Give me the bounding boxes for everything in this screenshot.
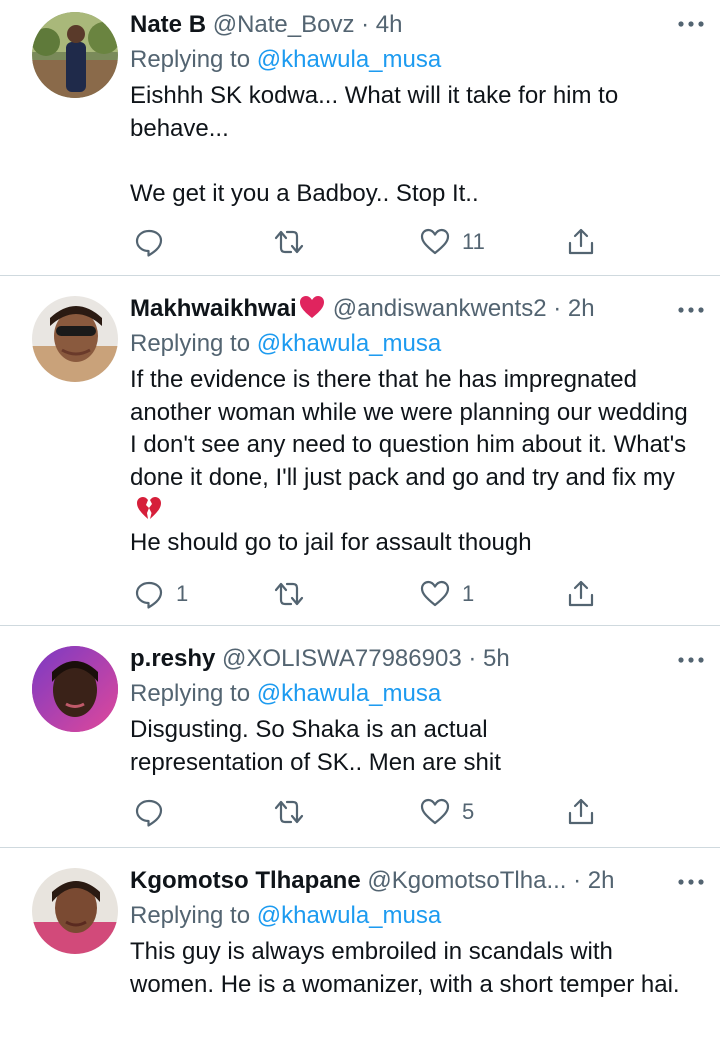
reply-count: 1 (176, 581, 189, 606)
heart-icon (420, 798, 450, 825)
more-options-icon[interactable] (676, 650, 706, 670)
heart-icon (420, 228, 450, 255)
separator-dot: · (354, 11, 376, 38)
share-icon (568, 228, 594, 255)
replying-to-label: Replying to (130, 680, 251, 707)
retweet-icon (274, 800, 304, 824)
mention-link[interactable]: @khawula_musa (257, 680, 441, 707)
replying-to: Replying to @khawula_musa (130, 900, 700, 932)
avatar[interactable] (32, 868, 118, 954)
avatar[interactable] (32, 12, 118, 98)
display-name[interactable]: Nate B (130, 11, 206, 38)
tweet-actions: 11 (130, 224, 610, 260)
retweet-button[interactable] (274, 224, 316, 260)
replying-to-label: Replying to (130, 330, 251, 357)
replying-to: Replying to @khawula_musa (130, 44, 700, 76)
tweet-p-reshy[interactable]: p.reshy @XOLISWA77986903 · 5h Replying t… (0, 626, 720, 848)
retweet-button[interactable] (274, 794, 316, 830)
timestamp[interactable]: 4h (376, 11, 403, 38)
tweet-text: Eishhh SK kodwa... What will it take for… (130, 82, 619, 207)
like-count: 1 (462, 581, 475, 606)
tweet-text-second: He should go to jail for assault though (130, 528, 532, 556)
like-button[interactable]: 1 (420, 576, 474, 612)
tweet-header: p.reshy @XOLISWA77986903 · 5h (130, 642, 700, 676)
tweet-text: Disgusting. So Shaka is an actual repres… (130, 716, 501, 776)
like-button[interactable]: 5 (420, 794, 474, 830)
retweet-button[interactable] (274, 576, 316, 612)
timestamp[interactable]: 5h (483, 645, 510, 672)
reply-button[interactable] (134, 794, 176, 830)
reply-icon (135, 229, 163, 257)
red-heart-icon (299, 296, 324, 318)
like-count: 11 (462, 229, 485, 254)
retweet-icon (274, 230, 304, 254)
tweet-kgomotso-tlhapane[interactable]: Kgomotso Tlhapane @KgomotsoTlha... · 2h … (0, 848, 720, 1050)
reply-icon (135, 581, 163, 609)
user-handle[interactable]: @andiswankwents2 (333, 295, 547, 322)
replying-to-label: Replying to (130, 46, 251, 73)
like-button[interactable]: 11 (420, 224, 485, 260)
tweet-nate-b[interactable]: Nate B @Nate_Bovz · 4h Replying to @khaw… (0, 0, 720, 276)
mention-link[interactable]: @khawula_musa (257, 902, 441, 929)
reply-button[interactable] (134, 224, 176, 260)
tweet-actions: 1 1 (130, 576, 610, 612)
display-name[interactable]: p.reshy (130, 645, 215, 672)
share-button[interactable] (566, 576, 596, 612)
tweet-text: If the evidence is there that he has imp… (130, 364, 700, 559)
heart-icon (420, 580, 450, 607)
user-handle[interactable]: @Nate_Bovz (213, 11, 355, 38)
replying-to-label: Replying to (130, 902, 251, 929)
user-handle[interactable]: @KgomotsoTlha... (367, 867, 566, 894)
separator-dot: · (461, 645, 483, 672)
tweet-actions: 5 (130, 794, 610, 830)
mention-link[interactable]: @khawula_musa (257, 330, 441, 357)
broken-heart-icon (137, 497, 161, 519)
display-name[interactable]: Makhwaikhwai (130, 295, 297, 322)
more-options-icon[interactable] (676, 14, 706, 34)
display-name[interactable]: Kgomotso Tlhapane (130, 867, 361, 894)
mention-link[interactable]: @khawula_musa (257, 46, 441, 73)
replying-to: Replying to @khawula_musa (130, 328, 700, 360)
avatar[interactable] (32, 296, 118, 382)
separator-dot: · (546, 295, 568, 322)
share-icon (568, 580, 594, 607)
reply-feed: Nate B @Nate_Bovz · 4h Replying to @khaw… (0, 0, 720, 1050)
reply-button[interactable]: 1 (134, 576, 188, 612)
tweet-text: This guy is always embroiled in scandals… (130, 938, 680, 998)
tweet-header: Kgomotso Tlhapane @KgomotsoTlha... · 2h (130, 864, 700, 898)
share-icon (568, 798, 594, 825)
more-options-icon[interactable] (676, 872, 706, 892)
more-options-icon[interactable] (676, 300, 706, 320)
timestamp[interactable]: 2h (588, 867, 615, 894)
timestamp[interactable]: 2h (568, 295, 595, 322)
replying-to: Replying to @khawula_musa (130, 678, 700, 710)
tweet-text-main: If the evidence is there that he has imp… (130, 366, 695, 491)
retweet-icon (274, 582, 304, 606)
user-handle[interactable]: @XOLISWA77986903 (222, 645, 462, 672)
tweet-header: Makhwaikhwai @andiswankwents2 · 2h (130, 292, 700, 326)
share-button[interactable] (566, 224, 596, 260)
share-button[interactable] (566, 794, 596, 830)
avatar[interactable] (32, 646, 118, 732)
reply-icon (135, 799, 163, 827)
tweet-header: Nate B @Nate_Bovz · 4h (130, 8, 700, 42)
tweet-makhwaikhwai[interactable]: Makhwaikhwai @andiswankwents2 · 2h Replyi… (0, 276, 720, 626)
separator-dot: · (566, 867, 588, 894)
like-count: 5 (462, 799, 475, 824)
